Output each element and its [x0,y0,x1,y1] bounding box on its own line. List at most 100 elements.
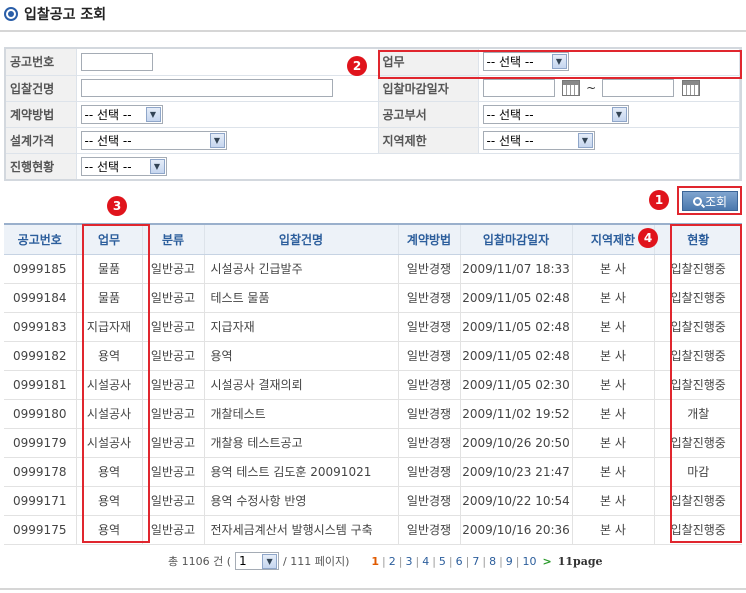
col-deadline[interactable]: 입찰마감일자 [460,224,573,255]
page-link-current[interactable]: 1 [371,555,379,568]
cell-deadline: 2009/11/05 02:48 [460,283,573,313]
cell-notice-no: 0999184 [4,283,77,313]
page-select[interactable]: 1 ▼ [235,552,280,570]
next-page-icon[interactable]: > [543,555,552,568]
cell-deadline: 2009/11/07 18:33 [460,254,573,284]
cell-region: 본 사 [572,341,655,371]
chevron-down-icon[interactable]: ▼ [611,106,627,122]
label-bid-name: 입찰건명 [6,75,77,102]
contract-method-select-value: -- 선택 -- [84,107,132,122]
cell-region: 본 사 [572,457,655,487]
cell-category: 일반공고 [142,312,205,342]
calendar-icon[interactable] [562,80,581,96]
progress-select[interactable]: -- 선택 -- ▼ [80,156,167,176]
bid-name-input[interactable] [80,79,333,97]
page-link[interactable]: 6 [456,555,463,568]
page-link[interactable]: 4 [422,555,429,568]
cell-notice-no: 0999179 [4,428,77,458]
highlight-status-column [670,224,742,543]
cell-deadline: 2009/10/26 20:50 [460,428,573,458]
cell-deadline: 2009/11/05 02:48 [460,341,573,371]
cell-bid-name[interactable]: 용역 테스트 김도훈 20091021 [204,457,399,487]
design-price-select[interactable]: -- 선택 -- ▼ [80,130,227,150]
page-separator: | [448,554,453,568]
cell-deadline: 2009/11/05 02:30 [460,370,573,400]
cell-notice-no: 0999181 [4,370,77,400]
total-count-prefix: 총 1106 건 ( [168,555,232,568]
region-select[interactable]: -- 선택 -- ▼ [482,130,595,150]
cell-notice-no: 0999178 [4,457,77,487]
cell-contract-method: 일반경쟁 [398,341,461,371]
notice-no-input[interactable] [80,52,153,71]
page-separator: | [515,554,520,568]
cell-bid-name[interactable]: 개찰용 테스트공고 [204,428,399,458]
cell-contract-method: 일반경쟁 [398,283,461,313]
page-select-value: 1 [239,554,247,568]
chevron-down-icon[interactable]: ▼ [145,106,161,122]
page-link[interactable]: 2 [389,555,396,568]
cell-deadline: 2009/10/22 10:54 [460,486,573,516]
cell-contract-method: 일반경쟁 [398,486,461,516]
page-separator: | [415,554,420,568]
cell-bid-name[interactable]: 지급자재 [204,312,399,342]
page-title: 입찰공고 조회 [24,7,107,23]
cell-deadline: 2009/11/02 19:52 [460,399,573,429]
cell-contract-method: 일반경쟁 [398,457,461,487]
highlight-search-button [677,186,742,215]
col-bid-name[interactable]: 입찰건명 [204,224,399,255]
cell-notice-no: 0999185 [4,254,77,284]
cell-contract-method: 일반경쟁 [398,370,461,400]
chevron-down-icon[interactable]: ▼ [577,132,593,148]
dept-select-value: -- 선택 -- [486,107,534,122]
cell-contract-method: 일반경쟁 [398,428,461,458]
cell-category: 일반공고 [142,428,205,458]
range-separator: ~ [586,80,597,95]
label-design-price: 설계가격 [6,127,77,154]
page-link[interactable]: 10 [523,555,537,568]
deadline-to-input[interactable] [602,79,675,97]
cell-contract-method: 일반경쟁 [398,254,461,284]
page-link[interactable]: 8 [489,555,496,568]
cell-category: 일반공고 [142,457,205,487]
cell-notice-no: 0999182 [4,341,77,371]
contract-method-select[interactable]: -- 선택 -- ▼ [80,104,163,124]
page-links: 1 | 2 | 3 | 4 | 5 | 6 | 7 | 8 | 9 | 10 >11page [371,555,602,568]
cell-notice-no: 0999175 [4,515,77,545]
chevron-down-icon[interactable]: ▼ [209,132,225,148]
cell-category: 일반공고 [142,254,205,284]
cell-bid-name[interactable]: 테스트 물품 [204,283,399,313]
bullet-icon [4,7,18,21]
cell-category: 일반공고 [142,341,205,371]
cell-bid-name[interactable]: 용역 [204,341,399,371]
cell-region: 본 사 [572,254,655,284]
label-dept: 공고부서 [378,101,479,128]
dept-select[interactable]: -- 선택 -- ▼ [482,104,629,124]
cell-bid-name[interactable]: 용역 수정사항 반영 [204,486,399,516]
calendar-icon[interactable] [681,80,700,96]
label-progress: 진행현황 [6,153,77,179]
page-link[interactable]: 3 [405,555,412,568]
label-notice-no: 공고번호 [6,49,77,76]
total-count-suffix: / 111 페이지) [283,555,350,568]
cell-bid-name[interactable]: 개찰테스트 [204,399,399,429]
cell-notice-no: 0999180 [4,399,77,429]
cell-bid-name[interactable]: 시설공사 결재의뢰 [204,370,399,400]
callout-badge-4: 4 [638,228,658,248]
page-link[interactable]: 9 [506,555,513,568]
cell-bid-name[interactable]: 시설공사 긴급발주 [204,254,399,284]
deadline-from-input[interactable] [482,79,555,97]
col-category[interactable]: 분류 [142,224,205,255]
chevron-down-icon[interactable]: ▼ [262,553,278,569]
col-notice-no[interactable]: 공고번호 [4,224,77,255]
col-contract-method[interactable]: 계약방법 [398,224,461,255]
page-link[interactable]: 7 [472,555,479,568]
cell-deadline: 2009/10/23 21:47 [460,457,573,487]
cell-region: 본 사 [572,399,655,429]
total-pages-link[interactable]: 11page [558,555,603,568]
cell-bid-name[interactable]: 전자세금계산서 발행시스템 구축 [204,515,399,545]
callout-badge-1: 1 [649,190,669,210]
page-link[interactable]: 5 [439,555,446,568]
cell-region: 본 사 [572,283,655,313]
chevron-down-icon[interactable]: ▼ [149,158,165,174]
page-separator: | [482,554,487,568]
